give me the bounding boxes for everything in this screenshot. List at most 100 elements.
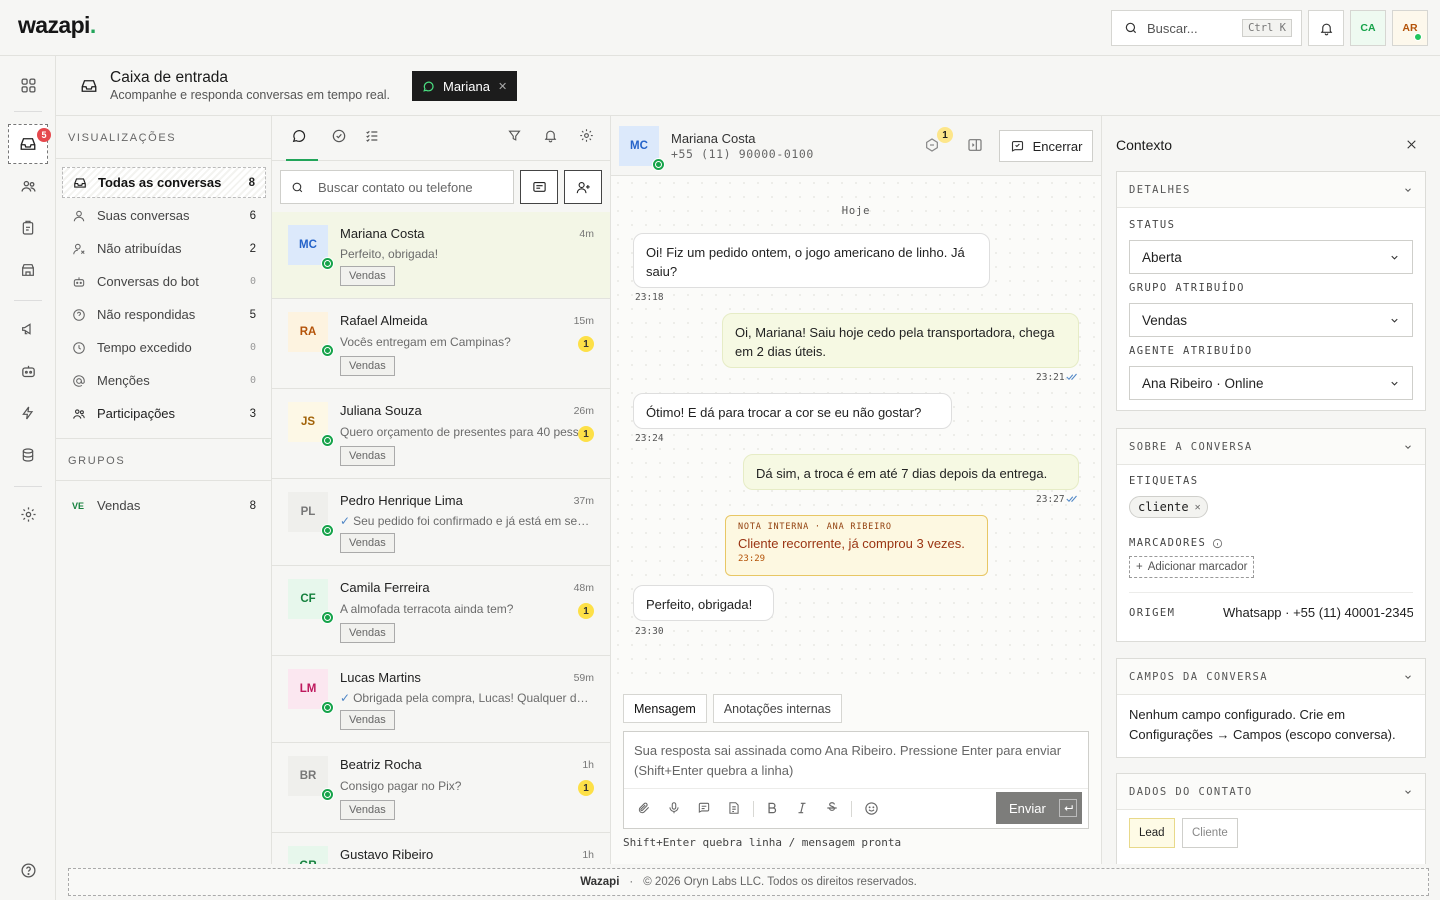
- fields-empty-text: Nenhum campo configurado. Crie em Config…: [1129, 707, 1396, 742]
- rail-contacts[interactable]: [8, 166, 48, 206]
- workspace-avatar[interactable]: CA: [1350, 10, 1386, 46]
- list-settings-button[interactable]: [571, 128, 601, 152]
- contact-search-input[interactable]: [318, 179, 498, 195]
- segment-lead[interactable]: Lead: [1129, 818, 1175, 848]
- strikethrough-icon[interactable]: [825, 801, 839, 815]
- avatar[interactable]: MC: [619, 126, 665, 171]
- group-sales[interactable]: VE Vendas 8: [62, 490, 266, 521]
- conversation-item[interactable]: LM Lucas Martins 59m ✓ Obrigada pela compra,…: [272, 656, 610, 743]
- rail-campaigns[interactable]: [8, 309, 48, 349]
- chevron-down-icon: [1389, 252, 1400, 263]
- rail-settings[interactable]: [8, 494, 48, 534]
- fields-card-header[interactable]: CAMPOS DA CONVERSA: [1117, 659, 1425, 695]
- conversation-item[interactable]: PL Pedro Henrique Lima 37m ✓ Seu pedido foi …: [272, 479, 610, 566]
- view-mentions[interactable]: Menções 0: [62, 365, 266, 396]
- bold-icon[interactable]: [765, 801, 779, 815]
- agent-select[interactable]: Ana Ribeiro · Online: [1129, 366, 1413, 400]
- segment-client[interactable]: Cliente: [1182, 818, 1238, 848]
- contact-search[interactable]: [280, 170, 514, 204]
- italic-icon[interactable]: [795, 801, 809, 815]
- fields-card: CAMPOS DA CONVERSA Nenhum campo configur…: [1116, 658, 1426, 758]
- close-conversation-button[interactable]: Encerrar: [999, 130, 1093, 162]
- conversation-item[interactable]: RA Rafael Almeida 15m Vocês entregam em Cam…: [272, 299, 610, 389]
- search-icon: [1124, 21, 1138, 35]
- reply-input[interactable]: [624, 732, 1088, 788]
- view-my-conversations[interactable]: Suas conversas 6: [62, 200, 266, 231]
- view-participations[interactable]: Participações 3: [62, 398, 266, 429]
- inbox-badge: 5: [37, 128, 51, 142]
- remove-tag-icon[interactable]: ✕: [1195, 502, 1201, 513]
- double-check-icon: [1066, 494, 1078, 504]
- global-search-placeholder: Buscar...: [1147, 20, 1198, 36]
- close-icon[interactable]: [1405, 138, 1418, 151]
- composer-tabs: Mensagem Anotações internas: [623, 694, 842, 723]
- group-select[interactable]: Vendas: [1129, 303, 1413, 337]
- emoji-icon[interactable]: [864, 801, 879, 816]
- view-label: Não atribuídas: [97, 241, 182, 256]
- view-count: 0: [249, 375, 256, 386]
- app-logo[interactable]: wazapi.: [18, 12, 96, 39]
- contact-name[interactable]: Mariana Costa: [671, 131, 756, 146]
- conversation-item[interactable]: JS Juliana Souza 26m Quero orçamento de pre…: [272, 389, 610, 479]
- card-heading: DADOS DO CONTATO: [1129, 785, 1253, 798]
- rail-storage[interactable]: [8, 435, 48, 475]
- markers-label: MARCADORES: [1129, 537, 1223, 549]
- list-notifications-button[interactable]: [535, 128, 565, 152]
- new-message-button[interactable]: [520, 170, 558, 204]
- footer-brand[interactable]: Wazapi: [580, 876, 619, 888]
- message-preview-text: Consigo pagar no Pix?: [340, 779, 462, 793]
- gear-icon: [20, 506, 37, 523]
- contact-card-header[interactable]: DADOS DO CONTATO: [1117, 774, 1425, 810]
- message-area: Hoje Oi! Fiz um pedido ontem, o jogo ame…: [611, 176, 1101, 685]
- close-icon[interactable]: ✕: [498, 80, 507, 93]
- footer: Wazapi · © 2026 Oryn Labs LLC. Todos os …: [68, 868, 1429, 896]
- message-preview: Vocês entregam em Campinas?: [340, 335, 594, 349]
- microphone-icon[interactable]: [667, 801, 681, 815]
- rail-store[interactable]: [8, 250, 48, 290]
- online-status-dot: [1414, 33, 1422, 41]
- tab-internal-notes[interactable]: Anotações internas: [712, 694, 842, 723]
- conversation-item[interactable]: BR Beatriz Rocha 1h Consigo pagar no Pix? 1 V…: [272, 743, 610, 833]
- check-icon: ✓: [340, 691, 351, 705]
- filter-button[interactable]: [499, 128, 529, 152]
- user-avatar[interactable]: AR: [1392, 10, 1428, 46]
- send-button[interactable]: Enviar: [996, 792, 1082, 824]
- active-conversation-chip[interactable]: Mariana ✕: [412, 71, 518, 101]
- user-x-icon: [72, 242, 88, 256]
- rail-automations[interactable]: [8, 393, 48, 433]
- rail-tasks[interactable]: [8, 208, 48, 248]
- paperclip-icon[interactable]: [637, 801, 651, 815]
- rail-dashboard[interactable]: [8, 65, 48, 105]
- clipboard-icon: [20, 220, 36, 236]
- unread-badge: 1: [578, 336, 594, 352]
- details-card-header[interactable]: DETALHES: [1117, 172, 1425, 208]
- rail-bots[interactable]: [8, 351, 48, 391]
- rail-inbox[interactable]: 5: [8, 124, 51, 164]
- tab-tasks[interactable]: [357, 128, 387, 152]
- tag-chip[interactable]: cliente ✕: [1129, 496, 1208, 518]
- about-card-header[interactable]: SOBRE A CONVERSA: [1117, 429, 1425, 465]
- conversation-item[interactable]: GR Gustavo Ribeiro 1h: [272, 833, 610, 864]
- view-time-exceeded[interactable]: Tempo excedido 0: [62, 332, 266, 363]
- notifications-button[interactable]: [1308, 10, 1344, 46]
- view-bot-conversations[interactable]: Conversas do bot 0: [62, 266, 266, 297]
- tab-message[interactable]: Mensagem: [623, 694, 707, 723]
- status-select[interactable]: Aberta: [1129, 240, 1413, 274]
- search-shortcut: Ctrl K: [1242, 19, 1292, 37]
- global-search[interactable]: Buscar... Ctrl K: [1111, 10, 1302, 46]
- view-all-conversations[interactable]: Todas as conversas 8: [62, 167, 266, 198]
- conversation-item[interactable]: MC Mariana Costa 4m Perfeito, obrigada! Vend…: [272, 212, 610, 299]
- tab-resolved[interactable]: [324, 128, 354, 152]
- conversation-item[interactable]: CF Camila Ferreira 48m A almofada terracota…: [272, 566, 610, 656]
- panel-toggle-icon[interactable]: [967, 137, 983, 153]
- template-icon[interactable]: [727, 801, 741, 815]
- view-unassigned[interactable]: Não atribuídas 2: [62, 233, 266, 264]
- tab-open-conversations[interactable]: [284, 128, 318, 161]
- rail-help[interactable]: [8, 850, 48, 890]
- conversation-time: 4m: [579, 228, 594, 240]
- quick-reply-icon[interactable]: [697, 801, 711, 815]
- add-contact-button[interactable]: [564, 170, 602, 204]
- view-unanswered[interactable]: Não respondidas 5: [62, 299, 266, 330]
- add-marker-button[interactable]: + Adicionar marcador: [1129, 556, 1255, 578]
- group-tag: Vendas: [340, 266, 395, 286]
